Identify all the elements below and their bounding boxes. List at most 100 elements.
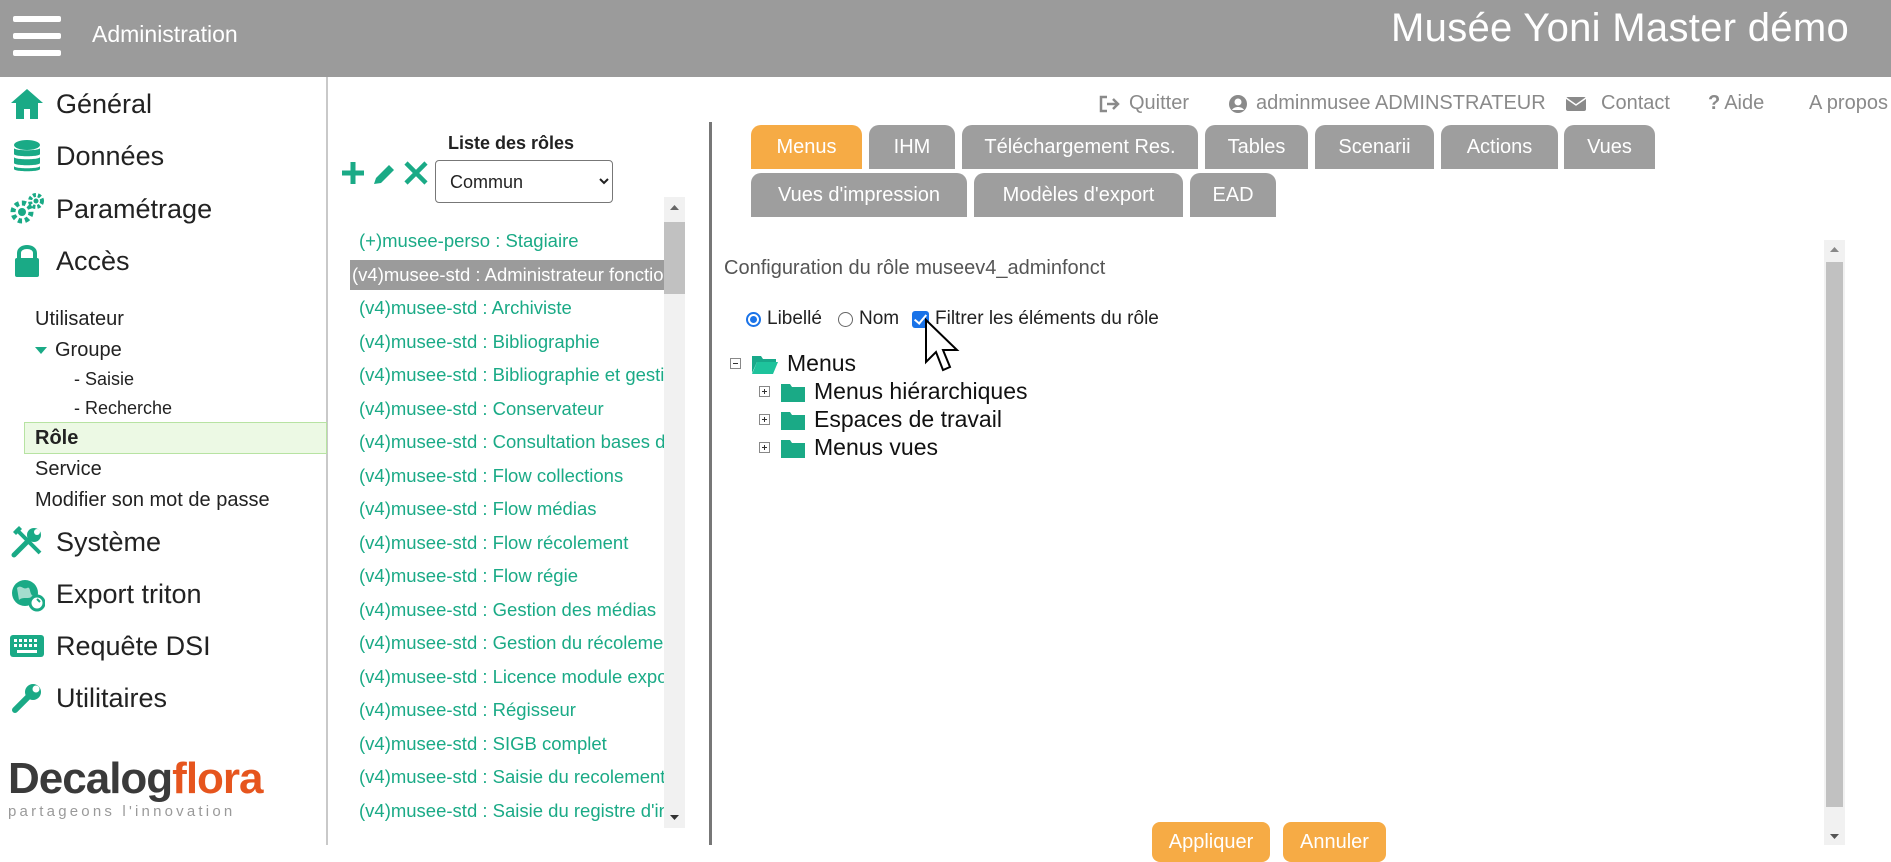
folder-icon bbox=[780, 409, 806, 431]
cancel-button[interactable]: Annuler bbox=[1283, 822, 1386, 862]
role-list-item[interactable]: (v4)musee-std : Bibliographie et gestion bbox=[350, 360, 664, 390]
radio-nom[interactable]: Nom bbox=[838, 308, 899, 330]
user-circle-icon bbox=[1228, 94, 1248, 114]
globe-refresh-icon bbox=[8, 575, 46, 613]
mouse-cursor-icon bbox=[924, 317, 964, 381]
tree-node-label: Menus vues bbox=[814, 434, 939, 460]
sidebar-sub-utilisateur[interactable]: Utilisateur bbox=[35, 308, 124, 331]
user-link[interactable]: adminmusee ADMINSTRATEUR bbox=[1228, 92, 1546, 115]
sidebar-sub-groupe[interactable]: Groupe bbox=[35, 339, 122, 362]
expand-toggle-icon[interactable] bbox=[759, 442, 770, 453]
contact-link[interactable]: Contact bbox=[1565, 92, 1670, 115]
tools-icon bbox=[8, 523, 46, 561]
hamburger-menu-icon[interactable] bbox=[13, 16, 61, 56]
sign-out-icon bbox=[1099, 95, 1121, 113]
tab-vues-impression[interactable]: Vues d'impression bbox=[751, 173, 967, 217]
scroll-up-icon bbox=[670, 205, 679, 210]
role-list-item[interactable]: (v4)musee-std : Licence module export bbox=[350, 662, 664, 692]
role-list-item[interactable]: (v4)musee-std : Flow régie bbox=[350, 561, 664, 591]
app-title: Musée Yoni Master démo bbox=[1391, 6, 1849, 50]
sidebar-item-label: Paramétrage bbox=[56, 193, 213, 224]
envelope-icon bbox=[1565, 96, 1587, 112]
sidebar-sub-service[interactable]: Service bbox=[35, 458, 102, 481]
role-list-item[interactable]: (v4)musee-std : Archiviste bbox=[350, 293, 664, 323]
tab-menus[interactable]: Menus bbox=[751, 125, 862, 169]
quit-label: Quitter bbox=[1129, 92, 1190, 114]
role-list-item[interactable]: (v4)musee-std : Consultation bases de do… bbox=[350, 427, 664, 457]
collapse-toggle-icon[interactable] bbox=[730, 358, 741, 369]
tree-node-menus-hierarchiques[interactable]: Menus hiérarchiques bbox=[759, 378, 1028, 405]
sidebar-item-label: Données bbox=[56, 140, 165, 171]
role-list-item[interactable]: (v4)musee-std : Bibliographie bbox=[350, 327, 664, 357]
caret-down-icon bbox=[35, 347, 47, 354]
tab-actions[interactable]: Actions bbox=[1441, 125, 1558, 169]
edit-role-button[interactable] bbox=[371, 163, 397, 192]
radio-libelle[interactable]: Libellé bbox=[746, 308, 822, 330]
tab-scenarii[interactable]: Scenarii bbox=[1315, 125, 1434, 169]
question-icon: ? bbox=[1708, 92, 1721, 114]
tab-ead[interactable]: EAD bbox=[1190, 173, 1276, 217]
role-list-item[interactable]: (v4)musee-std : Flow récolement bbox=[350, 528, 664, 558]
role-list-item[interactable]: (v4)musee-std : Flow médias bbox=[350, 494, 664, 524]
help-link[interactable]: ? Aide bbox=[1708, 92, 1764, 115]
config-scroll-thumb[interactable] bbox=[1826, 262, 1843, 807]
sidebar-item-utilitaires[interactable]: Utilitaires bbox=[8, 678, 167, 718]
tree-node-menus-vues[interactable]: Menus vues bbox=[759, 434, 938, 461]
delete-role-button[interactable] bbox=[403, 160, 429, 191]
radio-unchecked-icon bbox=[838, 311, 853, 327]
sidebar-sub-label: Groupe bbox=[55, 339, 122, 361]
sidebar-sub-recherche[interactable]: - Recherche bbox=[74, 398, 172, 419]
tab-modeles-export[interactable]: Modèles d'export bbox=[974, 173, 1183, 217]
roles-list-scroll-thumb[interactable] bbox=[664, 222, 685, 294]
sidebar-sub-password[interactable]: Modifier son mot de passe bbox=[35, 489, 270, 512]
sidebar-item-general[interactable]: Général bbox=[8, 84, 152, 124]
tree-node-menus[interactable]: Menus bbox=[730, 350, 856, 377]
sidebar-item-requete-dsi[interactable]: Requête DSI bbox=[8, 626, 211, 666]
add-role-button[interactable] bbox=[340, 160, 366, 191]
tab-telechargement[interactable]: Téléchargement Res. bbox=[962, 125, 1198, 169]
role-list-item[interactable]: (v4)musee-std : Gestion du récolement bbox=[350, 628, 664, 658]
role-list-item[interactable]: (v4)musee-std : Flow collections bbox=[350, 461, 664, 491]
about-link[interactable]: A propos bbox=[1809, 92, 1888, 115]
sidebar-sub-role[interactable]: Rôle bbox=[35, 427, 78, 450]
home-icon bbox=[8, 85, 46, 123]
expand-toggle-icon[interactable] bbox=[759, 386, 770, 397]
tab-tables[interactable]: Tables bbox=[1205, 125, 1308, 169]
close-icon bbox=[404, 161, 428, 185]
tab-ihm[interactable]: IHM bbox=[869, 125, 955, 169]
plus-icon bbox=[342, 162, 364, 184]
radio-libelle-label: Libellé bbox=[767, 308, 822, 329]
sidebar-sub-saisie[interactable]: - Saisie bbox=[74, 369, 134, 390]
sidebar-item-systeme[interactable]: Système bbox=[8, 522, 161, 562]
help-label: Aide bbox=[1724, 92, 1765, 114]
apply-button[interactable]: Appliquer bbox=[1152, 822, 1270, 862]
role-list-item[interactable]: (+)musee-perso : Stagiaire bbox=[350, 226, 664, 256]
sidebar-item-acces[interactable]: Accès bbox=[8, 241, 130, 281]
role-list-item[interactable]: (v4)musee-std : Saisie du registre d'inv… bbox=[350, 796, 664, 826]
top-bar: Administration Musée Yoni Master démo bbox=[0, 0, 1891, 77]
role-list-item[interactable]: (v4)musee-std : Administrateur fonctionn… bbox=[350, 259, 664, 290]
quit-link[interactable]: Quitter bbox=[1099, 92, 1189, 115]
role-list-item[interactable]: (v4)musee-std : Gestion des médias bbox=[350, 595, 664, 625]
sidebar-item-parametrage[interactable]: Paramétrage bbox=[8, 189, 212, 229]
sidebar-item-donnees[interactable]: Données bbox=[8, 136, 164, 176]
tab-vues[interactable]: Vues bbox=[1564, 125, 1655, 169]
roles-list: (+)musee-perso : Stagiaire (v4)musee-std … bbox=[350, 225, 664, 828]
sidebar-item-label: Système bbox=[56, 526, 162, 557]
expand-toggle-icon[interactable] bbox=[759, 414, 770, 425]
role-list-item[interactable]: (v4)musee-std : SIGB complet bbox=[350, 729, 664, 759]
radio-checked-icon bbox=[746, 311, 761, 327]
tree-node-espaces-de-travail[interactable]: Espaces de travail bbox=[759, 406, 1002, 433]
role-list-item[interactable]: (v4)musee-std : Conservateur bbox=[350, 394, 664, 424]
panel-divider[interactable] bbox=[709, 122, 712, 845]
sidebar-item-export-triton[interactable]: Export triton bbox=[8, 574, 202, 614]
folder-open-icon bbox=[751, 353, 779, 375]
sidebar-item-label: Utilitaires bbox=[56, 682, 168, 713]
role-category-select[interactable]: Commun bbox=[435, 160, 613, 203]
sidebar-item-label: Accès bbox=[56, 245, 130, 276]
role-list-item[interactable]: (v4)musee-std : Saisie du recolement bbox=[350, 762, 664, 792]
role-list-item[interactable]: (v4)musee-std : Régisseur bbox=[350, 695, 664, 725]
sidebar-item-label: Export triton bbox=[56, 578, 202, 609]
roles-list-title: Liste des rôles bbox=[448, 133, 575, 153]
admin-label: Administration bbox=[92, 21, 238, 47]
